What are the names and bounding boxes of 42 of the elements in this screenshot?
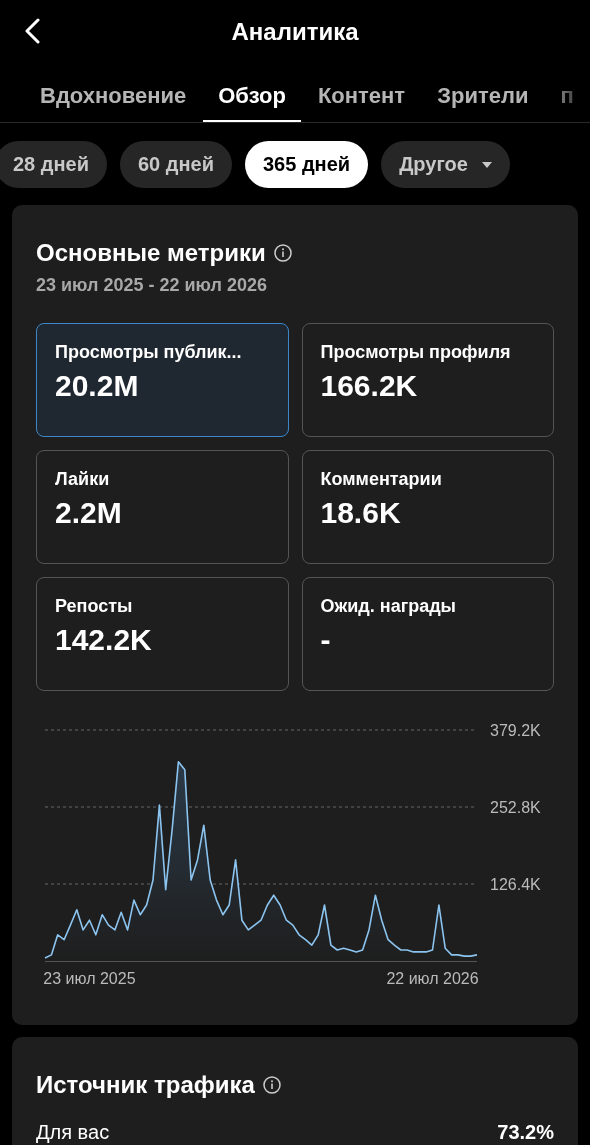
metric-tile[interactable]: Просмотры публик... 20.2M bbox=[36, 323, 289, 437]
metric-tile[interactable]: Репосты 142.2K bbox=[36, 577, 289, 691]
metric-label: Лайки bbox=[55, 469, 111, 490]
metric-label: Ожид. награды bbox=[320, 596, 457, 617]
tab[interactable]: Вдохновение bbox=[25, 69, 202, 122]
metric-label: Просмотры публик... bbox=[55, 342, 243, 363]
caret-icon bbox=[481, 161, 492, 168]
period-pill[interactable]: 28 дней bbox=[0, 141, 107, 188]
metric-tile[interactable]: Просмотры профиля 166.2K bbox=[301, 323, 554, 437]
metric-value: - bbox=[320, 623, 332, 657]
source-value: 73.2% bbox=[497, 1121, 554, 1143]
info-icon[interactable] bbox=[273, 244, 292, 262]
axis-label: 379.2K bbox=[490, 722, 541, 739]
metric-label: Репосты bbox=[55, 596, 134, 617]
tab[interactable]: Обзор bbox=[203, 69, 301, 122]
metric-value: 2.2M bbox=[55, 496, 123, 530]
period-pill[interactable]: 365 дней bbox=[245, 141, 369, 188]
source-label: Для вас bbox=[36, 1121, 110, 1143]
metric-tile[interactable]: Ожид. награды - bbox=[301, 577, 554, 691]
axis-label: 252.8K bbox=[490, 799, 541, 816]
info-icon[interactable] bbox=[262, 1076, 281, 1094]
tab[interactable]: п bbox=[545, 69, 589, 122]
metric-label: Комментарии bbox=[320, 469, 443, 490]
metric-tile[interactable]: Лайки 2.2M bbox=[36, 450, 289, 564]
axis-label: 22 июл 2026 bbox=[386, 970, 479, 987]
section-title: Источник трафика bbox=[36, 1071, 255, 1099]
metric-value: 142.2K bbox=[55, 623, 153, 657]
metric-value: 166.2K bbox=[320, 369, 419, 403]
period-dropdown[interactable]: Другое bbox=[381, 141, 510, 188]
axis-label: 126.4K bbox=[490, 876, 541, 893]
metric-value: 18.6K bbox=[320, 496, 402, 530]
axis-label: 23 июл 2025 bbox=[43, 970, 136, 987]
metric-value: 20.2M bbox=[55, 369, 140, 403]
back-icon[interactable] bbox=[24, 18, 40, 44]
tab[interactable]: Контент bbox=[302, 69, 421, 122]
tab[interactable]: Зрители bbox=[422, 69, 544, 122]
date-range: 23 июл 2025 - 22 июл 2026 bbox=[36, 275, 268, 296]
metric-tile[interactable]: Комментарии 18.6K bbox=[301, 450, 554, 564]
metric-label: Просмотры профиля bbox=[320, 342, 512, 363]
section-title: Основные метрики bbox=[36, 239, 266, 267]
period-pill[interactable]: 60 дней bbox=[120, 141, 232, 188]
page-title: Аналитика bbox=[231, 18, 359, 46]
